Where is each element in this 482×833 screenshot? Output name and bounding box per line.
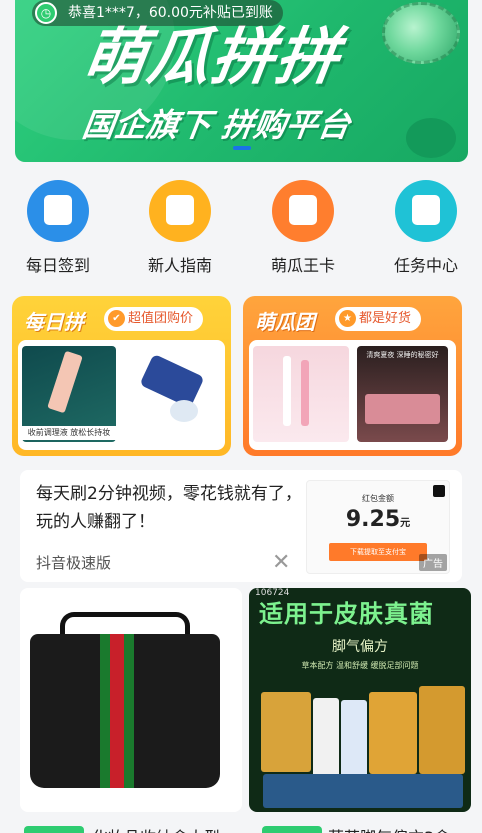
promo-tag: ★ 都是好货 [335, 307, 422, 331]
product-caption: 收前调理液 放松长持妆 [22, 426, 116, 440]
melon-illustration-small [406, 118, 456, 158]
subsidy-notice: ◷ 恭喜1***7，60.00元补贴已到账 [32, 0, 283, 26]
quick-action-label: 任务中心 [393, 256, 458, 275]
checkin-icon [27, 180, 89, 242]
quick-action-label: 新人指南 [147, 256, 212, 275]
product-card-cosmetic-bag[interactable] [20, 588, 242, 812]
subsidy-notice-text: 恭喜1***7，60.00元补贴已到账 [68, 5, 273, 21]
product-caption: 清爽夏夜 深睡的秘密好 [366, 351, 439, 359]
quick-action-newbie-guide[interactable]: 新人指南 [130, 180, 230, 276]
quick-action-label: 萌瓜王卡 [270, 256, 335, 275]
product-card-foot-cream[interactable]: 106724 适用于皮肤真菌 脚气偏方 草本配方 温和舒缓 缓脱足部问题 [249, 588, 471, 812]
card-chart-icon [272, 180, 334, 242]
ad-card-label: 红包金额 [362, 494, 394, 503]
quick-actions: 每日签到 新人指南 萌瓜王卡 任务中心 [0, 180, 482, 275]
promo-tag: ✔ 超值团购价 [104, 307, 204, 331]
product-title: 化妆品收纳盒大型 [92, 824, 220, 833]
image-subtitle: 脚气偏方 [332, 639, 388, 655]
melon-illustration [382, 2, 460, 64]
product-badge [262, 826, 322, 833]
quick-action-daily-checkin[interactable]: 每日签到 [8, 180, 108, 276]
product-thumb-pills[interactable] [130, 346, 215, 442]
promo-tag-text: 都是好货 [359, 311, 412, 326]
ad-text: 每天刷2分钟视频，零花钱就有了，玩的人赚翻了！ [36, 484, 302, 532]
task-check-icon [395, 180, 457, 242]
ad-source: 抖音极速版 [36, 554, 112, 572]
promo-products: 收前调理液 放松长持妆 [18, 340, 225, 450]
ad-card-amount: 9.25元 [345, 507, 411, 532]
carousel-indicator [15, 146, 468, 150]
clock-icon: ◷ [35, 2, 57, 24]
carousel-dot-active[interactable] [232, 146, 251, 150]
discount-icon: ✔ [108, 310, 125, 327]
product-thumb-bedding[interactable]: 清爽夏夜 深睡的秘密好 [357, 346, 448, 442]
promo-melon-group[interactable]: 萌瓜团 ★ 都是好货 清爽夏夜 深睡的秘密好 [243, 296, 462, 456]
quick-action-task-center[interactable]: 任务中心 [376, 180, 476, 276]
ad-image[interactable]: 红包金额 9.25元 下载提取至支付宝 广告 [306, 480, 450, 574]
quick-action-label: 每日签到 [25, 256, 90, 275]
ad-mark: 广告 [419, 554, 447, 571]
sponsored-ad[interactable]: 每天刷2分钟视频，零花钱就有了，玩的人赚翻了！ 抖音极速版 ✕ 红包金额 9.2… [20, 470, 462, 582]
cosmetic-bag-image [30, 612, 220, 788]
promo-title: 萌瓜团 [255, 310, 315, 334]
product-badge [24, 826, 84, 833]
image-headline: 适用于皮肤真菌 [259, 600, 434, 628]
ad-download-button[interactable]: 下载提取至支付宝 [329, 543, 427, 561]
product-thumb-skincare[interactable]: 收前调理液 放松长持妆 [22, 346, 116, 442]
quick-action-king-card[interactable]: 萌瓜王卡 [253, 180, 353, 276]
promo-products: 清爽夏夜 深睡的秘密好 [249, 340, 456, 450]
product-title: 草药脚气偏方3盒 [328, 824, 450, 833]
promo-title: 每日拼 [24, 310, 84, 334]
close-icon[interactable]: ✕ [272, 550, 290, 575]
banner-subtitle: 国企旗下 拼购平台 [80, 106, 353, 144]
promo-tag-text: 超值团购价 [128, 311, 194, 326]
product-thumb-toothbrush[interactable] [253, 346, 349, 442]
promo-daily-group[interactable]: 每日拼 ✔ 超值团购价 收前调理液 放松长持妆 [12, 296, 231, 456]
guide-book-icon [149, 180, 211, 242]
image-tagline: 草本配方 温和舒缓 缓脱足部问题 [301, 661, 419, 670]
star-icon: ★ [339, 310, 356, 327]
